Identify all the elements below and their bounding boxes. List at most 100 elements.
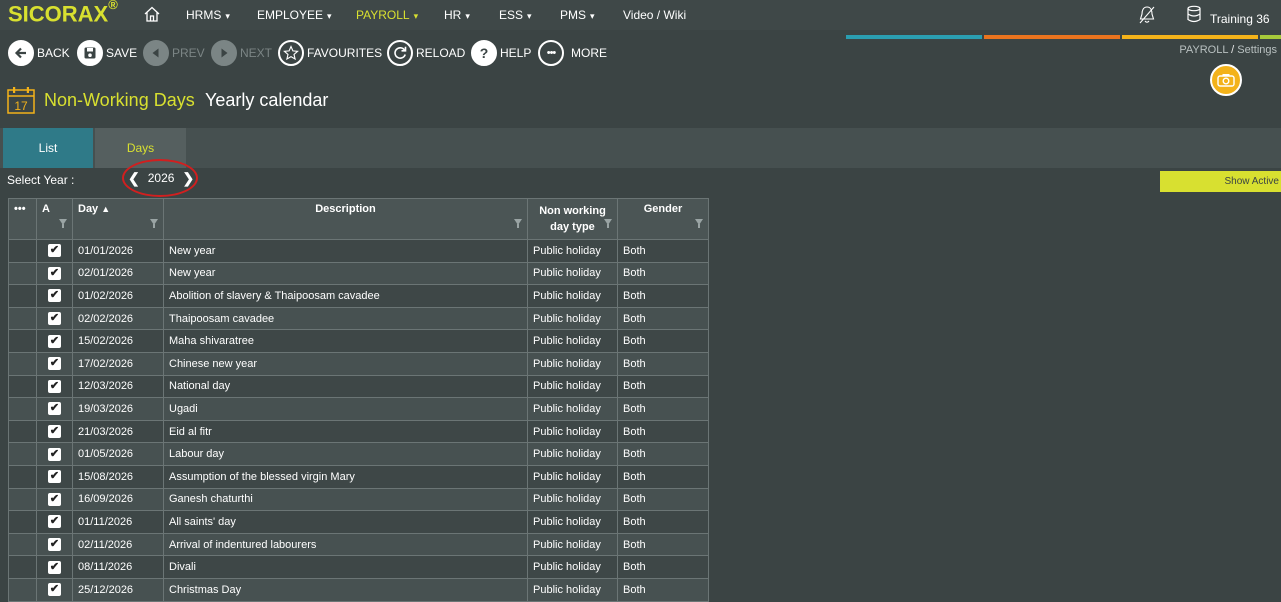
active-cell[interactable]: ✔ [36,532,73,557]
type-cell[interactable]: Public holiday [527,374,618,399]
row-selector-cell[interactable] [8,397,37,421]
nav-video-wiki[interactable]: Video / Wiki [623,8,686,22]
table-row[interactable]: ✔ 02/02/2026 Thaipoosam cavadee Public holi… [8,306,709,331]
active-checkbox[interactable]: ✔ [48,583,61,597]
type-cell[interactable]: Public holiday [527,577,618,602]
gender-cell[interactable]: Both [617,577,709,602]
day-cell[interactable]: 17/02/2026 [72,351,164,376]
description-cell[interactable]: Ugadi [163,397,528,421]
active-checkbox[interactable]: ✔ [48,447,61,461]
description-cell[interactable]: Chinese new year [163,351,528,376]
description-cell[interactable]: Assumption of the blessed virgin Mary [163,464,528,489]
nav-hrms[interactable]: HRMS ▾ [186,8,230,22]
row-selector-cell[interactable] [8,487,37,512]
type-cell[interactable]: Public holiday [527,261,618,286]
gender-cell[interactable]: Both [617,261,709,286]
back-button[interactable]: BACK [8,40,70,66]
type-cell[interactable]: Public holiday [527,397,618,421]
active-cell[interactable]: ✔ [36,239,73,263]
filter-icon[interactable] [695,219,703,228]
gender-cell[interactable]: Both [617,419,709,444]
active-cell[interactable]: ✔ [36,442,73,466]
active-checkbox[interactable]: ✔ [48,560,61,574]
row-selector-cell[interactable] [8,510,37,534]
column-header-day[interactable]: Day ▲ [72,198,164,240]
description-cell[interactable]: Divali [163,555,528,579]
row-selector-cell[interactable] [8,442,37,466]
type-cell[interactable]: Public holiday [527,464,618,489]
table-row[interactable]: ✔ 01/02/2026 Abolition of slavery & Thaipo… [8,284,709,308]
active-checkbox[interactable]: ✔ [48,266,61,280]
row-selector-cell[interactable] [8,261,37,286]
active-cell[interactable]: ✔ [36,284,73,308]
description-cell[interactable]: Thaipoosam cavadee [163,306,528,331]
breadcrumb-page[interactable]: Settings [1237,44,1277,56]
active-cell[interactable]: ✔ [36,374,73,399]
description-cell[interactable]: Maha shivaratree [163,329,528,353]
description-cell[interactable]: Abolition of slavery & Thaipoosam cavade… [163,284,528,308]
filter-icon[interactable] [59,219,67,228]
row-selector-cell[interactable] [8,419,37,444]
filter-icon[interactable] [150,219,158,228]
description-cell[interactable]: Eid al fitr [163,419,528,444]
row-selector-cell[interactable] [8,577,37,602]
active-cell[interactable]: ✔ [36,329,73,353]
table-row[interactable]: ✔ 02/11/2026 Arrival of indentured laboure… [8,532,709,557]
help-button[interactable]: ? HELP [471,40,531,66]
column-header-gender[interactable]: Gender [617,198,709,240]
screenshot-button[interactable] [1210,64,1242,96]
show-active-button[interactable]: Show Active [1160,171,1281,192]
gender-cell[interactable]: Both [617,464,709,489]
notifications-off-icon[interactable] [1138,5,1156,25]
type-cell[interactable]: Public holiday [527,442,618,466]
column-header-more[interactable]: ••• [8,198,37,240]
table-row[interactable]: ✔ 12/03/2026 National day Public holiday Bot… [8,374,709,399]
nav-pms[interactable]: PMS ▾ [560,8,595,22]
day-cell[interactable]: 02/11/2026 [72,532,164,557]
day-cell[interactable]: 01/02/2026 [72,284,164,308]
home-icon[interactable] [143,5,161,23]
row-selector-cell[interactable] [8,284,37,308]
database-icon[interactable] [1186,5,1202,23]
table-row[interactable]: ✔ 19/03/2026 Ugadi Public holiday Both [8,397,709,421]
type-cell[interactable]: Public holiday [527,419,618,444]
active-cell[interactable]: ✔ [36,261,73,286]
database-name[interactable]: Training 36 [1210,12,1270,26]
active-checkbox[interactable]: ✔ [48,357,61,371]
column-header-active[interactable]: A [36,198,73,240]
active-cell[interactable]: ✔ [36,464,73,489]
type-cell[interactable]: Public holiday [527,532,618,557]
active-checkbox[interactable]: ✔ [48,244,61,258]
gender-cell[interactable]: Both [617,555,709,579]
table-row[interactable]: ✔ 21/03/2026 Eid al fitr Public holiday Both [8,419,709,444]
active-checkbox[interactable]: ✔ [48,538,61,552]
active-cell[interactable]: ✔ [36,555,73,579]
active-checkbox[interactable]: ✔ [48,289,61,303]
table-row[interactable]: ✔ 16/09/2026 Ganesh chaturthi Public holida… [8,487,709,512]
table-row[interactable]: ✔ 15/08/2026 Assumption of the blessed vir… [8,464,709,489]
prev-button[interactable]: PREV [143,40,205,66]
type-cell[interactable]: Public holiday [527,510,618,534]
row-selector-cell[interactable] [8,374,37,399]
nav-employee[interactable]: EMPLOYEE ▾ [257,8,332,22]
description-cell[interactable]: National day [163,374,528,399]
description-cell[interactable]: New year [163,239,528,263]
row-selector-cell[interactable] [8,306,37,331]
breadcrumb-module[interactable]: PAYROLL [1179,44,1228,56]
row-selector-cell[interactable] [8,329,37,353]
gender-cell[interactable]: Both [617,284,709,308]
active-checkbox[interactable]: ✔ [48,492,61,506]
day-cell[interactable]: 19/03/2026 [72,397,164,421]
active-cell[interactable]: ✔ [36,510,73,534]
save-button[interactable]: SAVE [77,40,137,66]
tab-list[interactable]: List [3,128,93,168]
day-cell[interactable]: 01/01/2026 [72,239,164,263]
active-checkbox[interactable]: ✔ [48,425,61,439]
row-selector-cell[interactable] [8,351,37,376]
gender-cell[interactable]: Both [617,442,709,466]
day-cell[interactable]: 21/03/2026 [72,419,164,444]
active-checkbox[interactable]: ✔ [48,312,61,326]
gender-cell[interactable]: Both [617,306,709,331]
day-cell[interactable]: 08/11/2026 [72,555,164,579]
type-cell[interactable]: Public holiday [527,239,618,263]
